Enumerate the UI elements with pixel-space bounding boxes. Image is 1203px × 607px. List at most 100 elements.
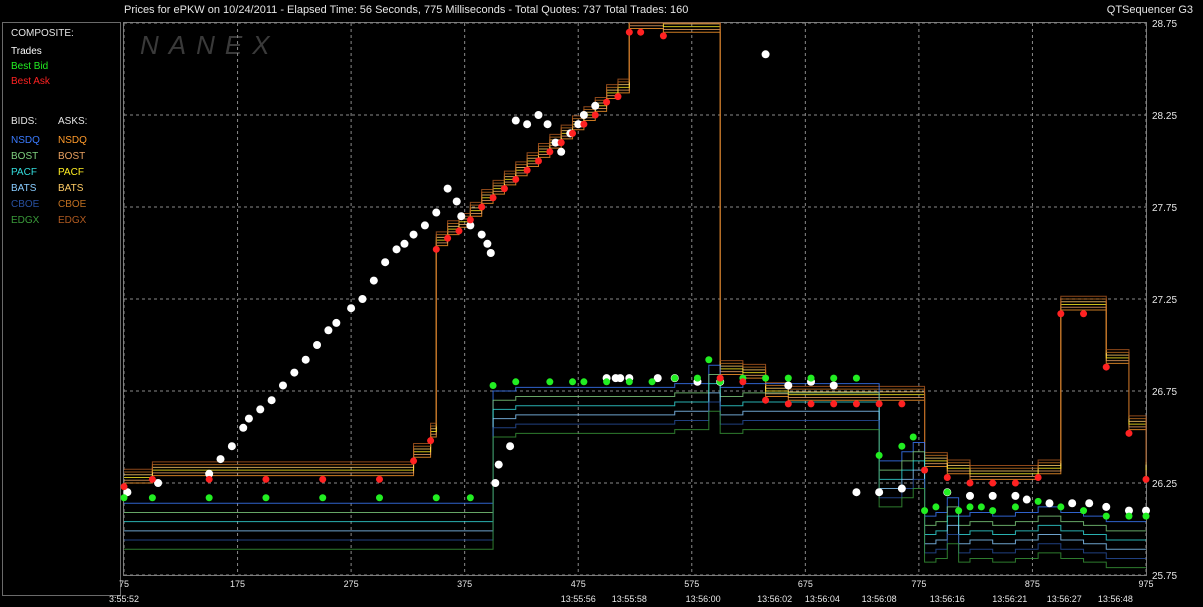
best-ask-point — [1057, 310, 1065, 318]
best-bid-point — [762, 374, 770, 382]
trades-point — [420, 221, 429, 230]
best-ask-point — [1125, 429, 1133, 437]
y-tick-label: 25.75 — [1152, 571, 1177, 582]
best-bid-point — [977, 503, 985, 511]
trades-point — [852, 488, 861, 497]
x-tick-label: 975 — [1138, 579, 1153, 589]
trades-point — [256, 405, 265, 414]
best-ask-point — [580, 120, 588, 128]
x-tick-label: 175 — [230, 579, 245, 589]
trades-point — [965, 491, 974, 500]
best-ask-point — [319, 475, 327, 483]
trades-point — [486, 249, 495, 257]
best-bid-point — [262, 494, 270, 502]
trades-point — [1068, 499, 1077, 508]
best-ask-point — [966, 479, 974, 487]
best-ask-point — [921, 466, 929, 474]
x-time-label: 13:56:48 — [1098, 594, 1133, 604]
y-tick-label: 26.75 — [1152, 387, 1177, 398]
trades-point — [616, 374, 625, 383]
trades-point — [457, 212, 466, 221]
best-bid-point — [852, 374, 860, 382]
ask-quote-line — [124, 22, 1147, 473]
best-bid-point — [205, 494, 213, 502]
y-tick-label: 27.75 — [1152, 203, 1177, 214]
best-bid-point — [898, 442, 906, 450]
best-bid-point — [432, 494, 440, 502]
best-ask-point — [1011, 479, 1019, 487]
best-ask-point — [534, 157, 542, 165]
trades-point — [301, 355, 310, 364]
trades-point — [523, 120, 532, 129]
x-tick-label: 775 — [911, 579, 926, 589]
x-tick-label: 75 — [119, 579, 129, 589]
best-bid-point — [1034, 497, 1042, 505]
best-ask-point — [432, 245, 440, 253]
best-bid-point — [909, 433, 917, 441]
best-ask-point — [148, 475, 156, 483]
trades-point — [443, 184, 452, 193]
trades-point — [227, 442, 236, 451]
best-bid-point — [319, 494, 327, 502]
best-ask-point — [614, 93, 622, 101]
best-ask-point — [716, 374, 724, 382]
x-time-label: 13:56:21 — [992, 594, 1027, 604]
best-bid-point — [466, 494, 474, 502]
x-tick-label: 475 — [571, 579, 586, 589]
trades-point — [267, 396, 276, 405]
best-ask-point — [830, 400, 838, 408]
x-time-label: 13:56:16 — [930, 594, 965, 604]
x-time-label: 13:55:58 — [612, 594, 647, 604]
best-ask-point — [455, 227, 463, 235]
best-ask-point — [625, 28, 633, 36]
best-ask-point — [262, 475, 270, 483]
best-bid-point — [875, 451, 883, 459]
best-bid-point — [989, 507, 997, 515]
best-ask-point — [500, 185, 508, 193]
best-bid-point — [489, 381, 497, 389]
x-tick-label: 575 — [684, 579, 699, 589]
trades-point — [784, 381, 793, 390]
best-ask-point — [523, 166, 531, 174]
ask-quote-line — [124, 22, 1147, 470]
trades-point — [313, 341, 322, 349]
best-bid-point — [1011, 503, 1019, 511]
best-ask-point — [489, 194, 497, 202]
trades-point — [897, 484, 906, 493]
trades-point — [543, 120, 552, 129]
best-ask-point — [591, 111, 599, 119]
trades-point — [332, 318, 341, 327]
price-chart: 28.75 28.25 27.75 27.25 26.75 26.25 25.75 75 175… — [109, 19, 1177, 604]
best-bid-point — [648, 378, 656, 386]
trades-point — [400, 239, 409, 248]
best-ask-point — [478, 203, 486, 211]
trades-point — [216, 455, 225, 464]
trades-point — [506, 442, 515, 451]
best-bid-point — [671, 374, 679, 382]
trades-point — [557, 147, 566, 156]
best-bid-point — [1102, 512, 1110, 520]
trades-point — [591, 101, 600, 110]
x-tick-label: 675 — [798, 579, 813, 589]
x-time-label: 3:55:52 — [109, 594, 139, 604]
trades-point — [1022, 495, 1031, 504]
trades-point — [483, 239, 492, 248]
trades-point — [1085, 499, 1094, 508]
ask-quote-line — [124, 22, 1147, 476]
trades-point — [761, 50, 770, 59]
x-tick-label: 375 — [457, 579, 472, 589]
trades-point — [511, 116, 520, 125]
best-bid-point — [1080, 507, 1088, 515]
best-ask-point — [410, 457, 418, 465]
trades-point — [324, 326, 333, 335]
best-bid-point — [784, 374, 792, 382]
trades-point — [477, 230, 486, 239]
trades-point — [244, 414, 253, 423]
trades-point — [290, 368, 299, 377]
best-ask-point — [784, 400, 792, 408]
trades-point — [239, 423, 248, 432]
trades-point — [1102, 502, 1111, 511]
trades-point — [988, 491, 997, 500]
ask-quote-line — [124, 25, 1147, 481]
ask-quote-line — [124, 22, 1147, 478]
